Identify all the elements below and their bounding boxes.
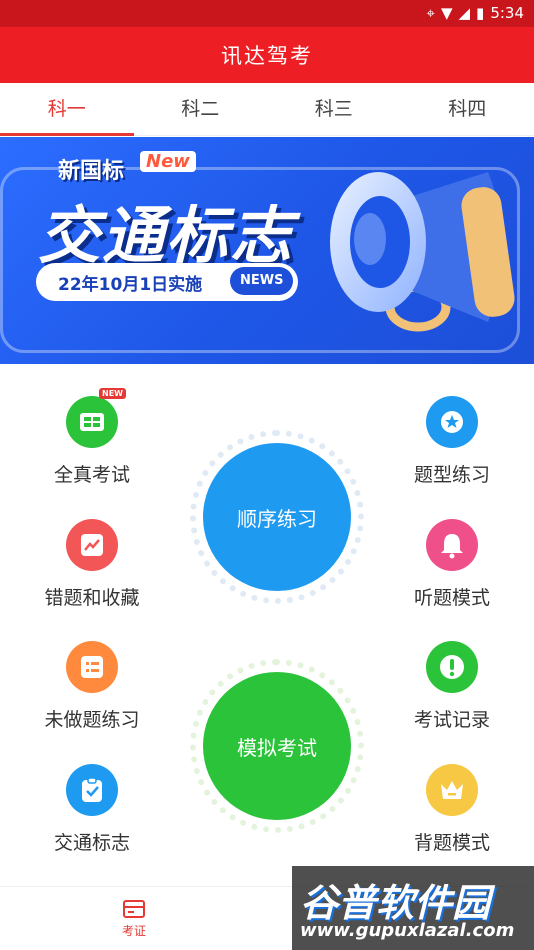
app-title: 讯达驾考	[221, 44, 313, 68]
status-time: 5:34	[490, 4, 524, 22]
megaphone-icon	[330, 172, 515, 332]
clipboard-check-icon	[66, 764, 118, 816]
chart-icon	[66, 519, 118, 571]
exam-records-item[interactable]: 考试记录	[360, 641, 534, 732]
watermark-url: www.gupuxlazal.com	[300, 920, 515, 941]
question-type-item[interactable]: 题型练习	[360, 396, 534, 487]
item-label: 听题模式	[413, 587, 490, 609]
banner-date: 22年10月1日实施	[58, 274, 203, 295]
unpracticed-item[interactable]: 未做题练习	[0, 641, 184, 732]
wrong-and-favorites-item[interactable]: 错题和收藏	[0, 519, 184, 610]
nav-item-label: 考证	[121, 924, 146, 938]
tab-subject-4[interactable]: 科四	[401, 83, 534, 135]
watermark: 谷普软件园 www.gupuxlazal.com	[292, 866, 534, 950]
tab-subject-2[interactable]: 科二	[134, 83, 268, 135]
subject-tabs: 科一 科二 科三 科四	[0, 83, 534, 136]
mock-exam-button[interactable]: 模拟考试	[203, 672, 351, 820]
item-label: 未做题练习	[44, 709, 140, 731]
alert-icon	[426, 641, 478, 693]
app-bar: 讯达驾考	[0, 27, 534, 83]
item-label: 背题模式	[413, 832, 490, 854]
item-label: 交通标志	[53, 832, 130, 854]
location-icon: ⌖	[426, 4, 435, 22]
item-label: 考试记录	[413, 709, 490, 731]
list-icon	[66, 641, 118, 693]
status-bar: ⌖ ▼ ◢ ▮ 5:34	[0, 0, 534, 27]
sequential-practice-button[interactable]: 顺序练习	[203, 443, 351, 591]
item-label: 全真考试	[53, 464, 130, 486]
nav-item-license[interactable]: 考证	[104, 899, 164, 939]
tab-subject-1[interactable]: 科一	[0, 83, 134, 136]
sequential-practice-label: 顺序练习	[237, 506, 317, 531]
full-exam-item[interactable]: NEW 全真考试	[0, 388, 184, 487]
banner-new-tag: New	[140, 151, 196, 172]
memorize-mode-item[interactable]: 背题模式	[360, 764, 534, 855]
banner-news-tag: NEWS	[230, 267, 294, 295]
mock-exam-label: 模拟考试	[237, 735, 317, 760]
item-label: 错题和收藏	[44, 587, 140, 609]
menu-grid: NEW 全真考试 错题和收藏 未做题练习 交通标志 题型练习 听题模式 考试记录…	[0, 364, 534, 886]
battery-icon: ▮	[476, 4, 485, 22]
id-card-icon	[123, 900, 145, 918]
banner-title: 交通标志	[38, 199, 295, 272]
traffic-signs-item[interactable]: 交通标志	[0, 764, 184, 855]
listen-mode-item[interactable]: 听题模式	[360, 519, 534, 610]
crown-icon	[426, 764, 478, 816]
wifi-icon: ▼	[440, 4, 453, 22]
bell-icon	[426, 519, 478, 571]
signal-icon: ◢	[458, 4, 471, 22]
promo-banner[interactable]: 新国标 New 交通标志 22年10月1日实施 NEWS	[0, 137, 534, 364]
item-label: 题型练习	[413, 464, 490, 486]
tab-subject-3[interactable]: 科三	[267, 83, 401, 135]
watermark-title: 谷普软件园	[300, 881, 491, 925]
exam-card-icon: NEW	[66, 388, 126, 448]
star-icon	[426, 396, 478, 448]
new-badge: NEW	[99, 388, 126, 399]
banner-subtitle: 新国标	[58, 159, 125, 184]
